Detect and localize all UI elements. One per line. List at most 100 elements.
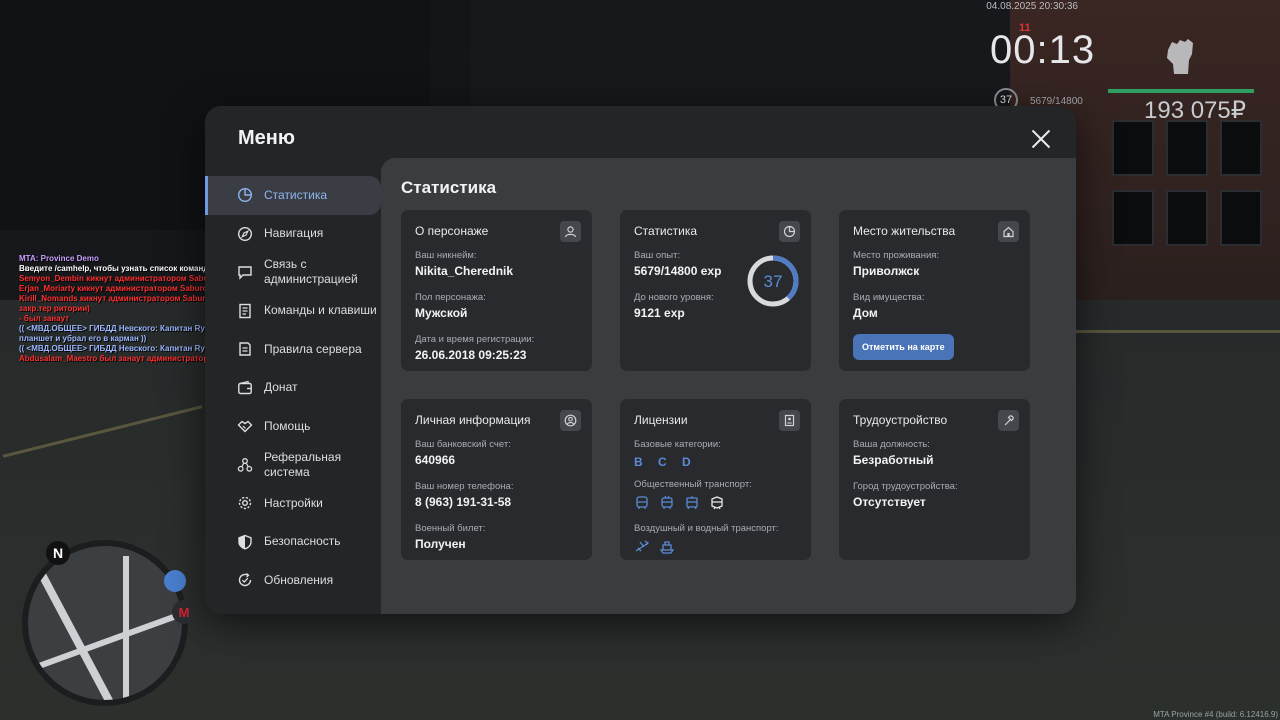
registration-value: 26.06.2018 09:25:23 <box>415 348 527 362</box>
level-number: 37 <box>764 272 783 291</box>
tools-icon <box>998 410 1019 431</box>
public-transport-icons <box>634 495 797 511</box>
profile-icon <box>560 410 581 431</box>
base-categories-value: B C D <box>634 455 697 469</box>
sidebar-item-shield[interactable]: Безопасность <box>205 523 381 562</box>
sidebar-item-chat[interactable]: Связь с администрацией <box>205 253 381 292</box>
update-icon <box>238 573 252 587</box>
gender-value: Мужской <box>415 306 468 320</box>
registration-label: Дата и время регистрации: <box>415 334 535 345</box>
sidebar-item-label: Обновления <box>264 572 334 587</box>
sidebar-item-compass[interactable]: Навигация <box>205 215 381 254</box>
sidebar-item-label: Безопасность <box>264 534 341 549</box>
chat-icon <box>238 266 252 280</box>
window <box>1220 120 1262 176</box>
sidebar-item-document[interactable]: Команды и клавиши <box>205 292 381 331</box>
minimap-road <box>28 603 182 675</box>
fist-icon <box>1167 39 1193 74</box>
user-icon <box>560 221 581 242</box>
gender-label: Пол персонажа: <box>415 292 486 303</box>
character-card: О персонаже Ваш никнейм: Nikita_Cheredni… <box>401 210 592 371</box>
mark-on-map-button[interactable]: Отметить на карте <box>853 334 954 360</box>
stats-card: Статистика Ваш опыт: 5679/14800 exp До н… <box>620 210 811 371</box>
military-value: Получен <box>415 537 466 551</box>
sidebar-item-update[interactable]: Обновления <box>205 561 381 600</box>
sidebar-item-handshake[interactable]: Помощь <box>205 407 381 446</box>
sidebar-item-label: Настройки <box>264 495 323 510</box>
hud-money: 193 075₽ <box>1144 97 1247 124</box>
base-categories-label: Базовые категории: <box>634 439 721 450</box>
menu-title: Меню <box>238 127 295 149</box>
bank-label: Ваш банковский счет: <box>415 439 511 450</box>
sidebar-item-label: Правила сервера <box>264 341 362 356</box>
sidebar-item-label: Реферальная система <box>264 449 342 479</box>
position-value: Безработный <box>853 453 934 467</box>
airplane-icon <box>635 540 650 552</box>
next-level-value: 9121 exp <box>634 306 685 320</box>
window <box>1220 190 1262 246</box>
air-water-transport-icons <box>634 539 797 555</box>
residence-card: Место жительства Место проживания: Приво… <box>839 210 1030 371</box>
metro-train-icon <box>711 496 723 510</box>
hud-datetime: 04.08.2025 20:30:36 <box>986 1 1078 12</box>
license-icon <box>779 410 800 431</box>
window <box>1112 190 1154 246</box>
bank-value: 640966 <box>415 453 456 467</box>
metro-icon: M <box>172 600 196 624</box>
window <box>1166 190 1208 246</box>
minimap <box>22 540 188 706</box>
compass-north-icon: N <box>46 541 70 565</box>
residence-place-value: Приволжск <box>853 264 920 278</box>
gear-icon <box>238 497 252 510</box>
card-title: Трудоустройство <box>853 413 948 427</box>
sidebar-item-label: Донат <box>264 380 298 395</box>
public-transport-label: Общественный транспорт: <box>634 479 752 490</box>
bell-icon <box>164 570 186 592</box>
work-city-label: Город трудоустройства: <box>853 481 958 492</box>
trolleybus-icon <box>661 495 673 509</box>
air-water-transport-label: Воздушный и водный транспорт: <box>634 523 779 534</box>
close-button[interactable] <box>1030 128 1052 150</box>
page-title: Статистика <box>401 178 497 197</box>
sidebar-item-label: Команды и клавиши <box>264 303 377 318</box>
content-area: Статистика О персонаже Ваш никнейм: Niki… <box>381 158 1076 614</box>
compass-icon <box>237 226 253 241</box>
residence-place-label: Место проживания: <box>853 250 940 261</box>
sidebar-item-gear[interactable]: Настройки <box>205 484 381 523</box>
property-value: Дом <box>853 306 878 320</box>
sidebar-item-referral[interactable]: Реферальная система <box>205 446 381 485</box>
handshake-icon <box>237 420 253 433</box>
sidebar-item-rules[interactable]: Правила сервера <box>205 330 381 369</box>
phone-label: Ваш номер телефона: <box>415 481 514 492</box>
sidebar-item-wallet[interactable]: Донат <box>205 369 381 408</box>
building <box>470 0 1010 110</box>
hud-timer: 00:13 <box>990 28 1096 72</box>
tram-icon <box>686 496 698 510</box>
nickname-value: Nikita_Cherednik <box>415 264 514 278</box>
bus-icon <box>636 496 648 509</box>
card-title: Личная информация <box>415 413 531 427</box>
sidebar-item-label: Связь с администрацией <box>264 257 358 287</box>
boat-icon <box>659 541 675 554</box>
pie-chart-icon <box>779 221 800 242</box>
card-title: Статистика <box>634 224 698 238</box>
sidebar-item-label: Статистика <box>264 187 328 202</box>
hud-health-bar <box>1108 89 1254 93</box>
phone-value: 8 (963) 191-31-58 <box>415 495 512 509</box>
build-info: MTA Province #4 (build: 6.12416.9) <box>1153 710 1278 719</box>
work-city-value: Отсутствует <box>853 495 926 509</box>
employment-card: Трудоустройство Ваша должность: Безработ… <box>839 399 1030 560</box>
property-label: Вид имущества: <box>853 292 925 303</box>
sidebar-item-label: Навигация <box>264 226 324 241</box>
home-icon <box>998 221 1019 242</box>
window <box>1112 120 1154 176</box>
shield-icon <box>238 534 252 550</box>
road-marking <box>1076 330 1280 333</box>
rules-icon <box>239 342 251 356</box>
minimap-road <box>123 556 129 700</box>
sidebar-item-pie-chart[interactable]: Статистика <box>205 176 381 215</box>
personal-card: Личная информация Ваш банковский счет: 6… <box>401 399 592 560</box>
referral-icon <box>237 457 253 472</box>
licenses-card: Лицензии Базовые категории: B C D Общест… <box>620 399 811 560</box>
pie-chart-icon <box>237 188 253 203</box>
